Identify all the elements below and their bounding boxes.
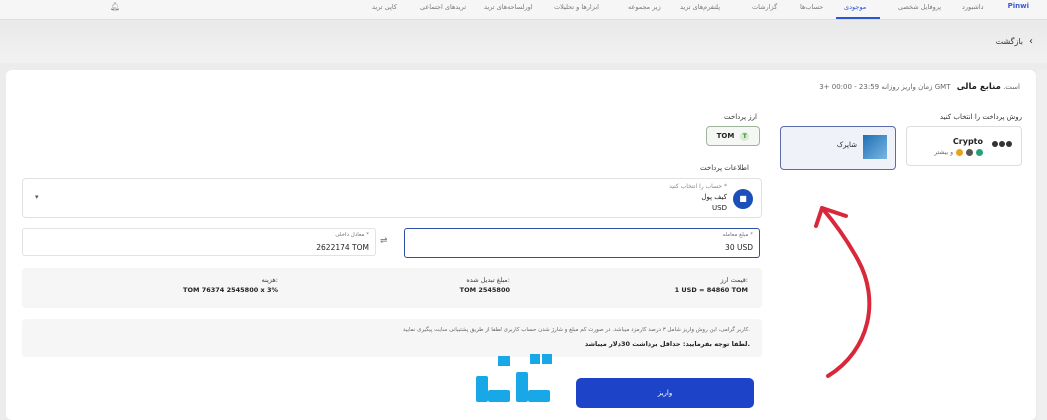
shaparak-logo-icon	[863, 135, 887, 159]
ethereum-icon	[966, 149, 973, 156]
amount-caption: مبلغ معامله *	[722, 232, 753, 238]
tether-icon	[976, 149, 983, 156]
top-navigation: 🔔︎ کاپی ترید ترید‌های اجتماعی اورلساحه‌ه…	[0, 0, 1047, 20]
fee-value: TOM 76374 2545800 x 3%	[183, 286, 278, 294]
nav-item-balance[interactable]: موجودی	[844, 3, 866, 11]
crypto-logo-icon	[989, 137, 1015, 151]
submit-label: واریز	[657, 389, 673, 397]
back-label: بازگشت	[995, 37, 1023, 46]
shaparak-name: شاپرک	[836, 141, 857, 149]
fee-notice: کاربر گرامی، این روش واریز شامل ۳ درصد ک…	[22, 319, 762, 357]
brand-logo[interactable]: Pinwi	[1008, 2, 1029, 10]
annotation-arrow-icon	[814, 206, 872, 378]
t-currency-icon: T	[740, 131, 750, 141]
currency-value: TOM	[716, 132, 735, 140]
watermark-logo	[476, 354, 552, 402]
nav-item-profile[interactable]: پروفایل شخصی	[898, 3, 941, 11]
nav-item-platforms[interactable]: پلتفرم‌های ترید	[680, 3, 720, 11]
payment-method-crypto[interactable]: Crypto و بیشتر	[906, 126, 1022, 166]
active-tab-indicator	[836, 17, 880, 19]
back-button[interactable]: بازگشت ‹	[996, 36, 1033, 47]
nav-item-accounts[interactable]: حساب‌ها	[800, 3, 823, 11]
converted-label: مبلغ تبدیل شده:	[466, 276, 510, 284]
rate-label: قیمت ارز:	[720, 276, 748, 284]
currency-label: ارز پرداخت	[724, 113, 758, 121]
method-label: روش پرداخت را انتخاب کنید	[939, 113, 1022, 121]
amount-field[interactable]: مبلغ معامله * 30 USD	[404, 228, 760, 258]
amount-value: 30 USD	[725, 243, 753, 252]
wallet-currency: USD	[712, 204, 727, 212]
wallet-placeholder: حساب را انتخاب کنید *	[669, 183, 727, 190]
wallet-name: کیف پول	[701, 193, 727, 201]
chevron-down-icon: ▾	[35, 193, 39, 201]
nav-item-dashboard[interactable]: داشبورد	[962, 3, 984, 11]
nav-item-reports[interactable]: گزارشات	[752, 3, 777, 11]
nav-item-copy-trade[interactable]: کاپی ترید	[372, 3, 397, 11]
rate-cell: قیمت ارز: 1 USD = 84860 TOM	[675, 276, 748, 294]
fee-label: هزینه:	[261, 276, 278, 284]
bitcoin-icon	[956, 149, 963, 156]
crypto-subtitle: و بیشتر	[934, 149, 953, 156]
page-header: زمان واریز روزانه 23:59 - 00:00 +3 GMT ا…	[819, 82, 1020, 92]
nav-item-referral[interactable]: زیر مجموعه	[628, 3, 661, 11]
currency-selector[interactable]: TOM T	[706, 126, 760, 146]
crypto-title: Crypto	[952, 137, 983, 146]
nav-item-trade-tournaments[interactable]: اورلساحه‌های ترید	[484, 3, 533, 11]
chevron-left-icon: ‹	[1029, 36, 1033, 47]
equivalent-amount-field[interactable]: معادل داخلی * 2622174 TOM	[22, 228, 376, 256]
payment-method-shaparak[interactable]: شاپرک	[780, 126, 896, 170]
payment-info-label: اطلاعات پرداخت	[700, 164, 749, 172]
nav-item-tools[interactable]: ابزارها و تحلیلات	[554, 3, 599, 11]
notice-line-2: لطفا توجه بفرمایید: حداقل برداشت 30دلار …	[584, 340, 750, 348]
rate-value: 1 USD = 84860 TOM	[674, 286, 748, 294]
equivalent-value: 2622174 TOM	[316, 243, 369, 252]
equivalent-caption: معادل داخلی *	[335, 232, 369, 238]
notification-icon[interactable]: 🔔︎	[110, 2, 120, 11]
back-bar: بازگشت ‹	[0, 21, 1047, 63]
notice-line-1: کاربر گرامی، این روش واریز شامل ۳ درصد ک…	[402, 327, 750, 333]
conversion-summary: قیمت ارز: 1 USD = 84860 TOM مبلغ تبدیل ش…	[22, 268, 762, 308]
wallet-icon: ■	[733, 189, 753, 209]
scrollbar-track[interactable]	[1037, 70, 1047, 420]
page-title: منابع مالی	[956, 82, 1001, 92]
fee-cell: هزینه: TOM 76374 2545800 x 3%	[183, 276, 278, 294]
converted-cell: مبلغ تبدیل شده: TOM 2545800	[460, 276, 510, 294]
wallet-dropdown[interactable]: ■ حساب را انتخاب کنید * کیف پول USD ▾	[22, 178, 762, 218]
converted-value: TOM 2545800	[459, 286, 510, 294]
swap-link-icon[interactable]: ⇌	[380, 236, 388, 246]
nav-item-social-trade[interactable]: ترید‌های اجتماعی	[420, 3, 466, 11]
deposit-submit-button[interactable]: واریز	[576, 378, 754, 408]
